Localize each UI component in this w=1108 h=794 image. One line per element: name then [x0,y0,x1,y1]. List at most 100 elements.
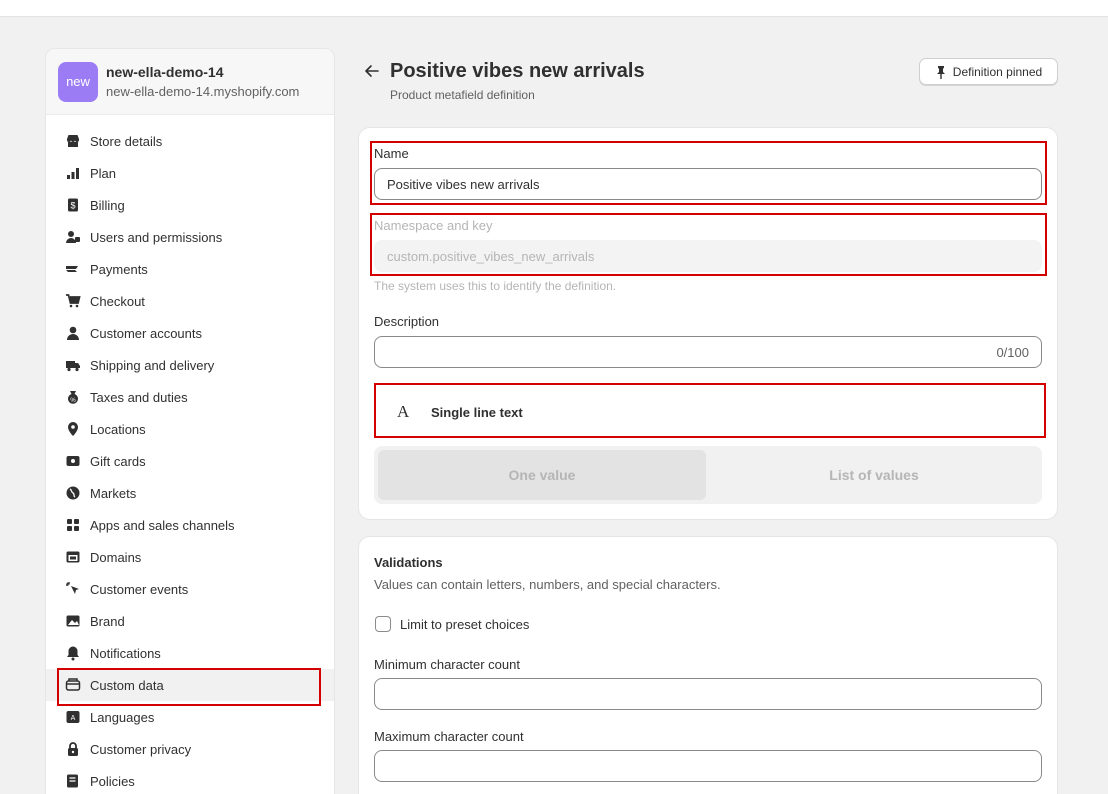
settings-nav: Store details Plan $ Billing Users and permi… [46,115,334,794]
name-label: Name [374,146,409,161]
description-label: Description [374,314,440,329]
preset-choices-label: Limit to preset choices [400,617,530,632]
sidebar-item-label: Apps and sales channels [90,517,235,533]
sidebar-item-plan[interactable]: Plan [46,157,334,189]
description-input[interactable]: 0/100 [374,336,1042,368]
globe-icon [64,484,82,502]
sidebar-item-customer-privacy[interactable]: Customer privacy [46,733,334,765]
users-icon [64,228,82,246]
list-of-values-option[interactable]: List of values [710,450,1038,500]
sidebar-item-label: Locations [90,421,146,437]
billing-icon: $ [64,196,82,214]
sidebar-item-label: Taxes and duties [90,389,188,405]
sidebar-item-customer-events[interactable]: Customer events [46,573,334,605]
languages-icon: A [64,708,82,726]
namespace-label: Namespace and key [374,218,493,233]
sidebar-item-markets[interactable]: Markets [46,477,334,509]
taxes-icon: % [64,388,82,406]
sidebar-item-label: Store details [90,133,163,149]
sidebar-item-billing[interactable]: $ Billing [46,189,334,221]
sidebar-item-domains[interactable]: Domains [46,541,334,573]
sidebar-item-locations[interactable]: Locations [46,413,334,445]
brand-icon [64,612,82,630]
sidebar-item-label: Policies [90,773,135,789]
sidebar-item-label: Plan [90,165,117,181]
svg-text:$: $ [70,201,75,211]
sidebar-item-shipping-and-delivery[interactable]: Shipping and delivery [46,349,334,381]
max-count-label: Maximum character count [374,729,524,744]
sidebar-item-label: Payments [90,261,148,277]
sidebar-item-taxes-and-duties[interactable]: % Taxes and duties [46,381,334,413]
name-input[interactable]: Positive vibes new arrivals [374,168,1042,200]
type-selector[interactable]: A Single line text [397,402,523,422]
min-count-input[interactable] [374,678,1042,710]
settings-sidebar: new new-ella-demo-14 new-ella-demo-14.my… [45,48,335,794]
sidebar-item-label: Domains [90,549,142,565]
cursor-icon [64,580,82,598]
sidebar-item-label: Gift cards [90,453,146,469]
pin-button-label: Definition pinned [952,64,1043,79]
sidebar-item-users-and-permissions[interactable]: Users and permissions [46,221,334,253]
gift-card-icon [64,452,82,470]
sidebar-item-label: Customer events [90,581,189,597]
store-icon [64,132,82,150]
page-title: Positive vibes new arrivals [390,60,645,82]
sidebar-item-label: Shipping and delivery [90,357,215,373]
validations-description: Values can contain letters, numbers, and… [374,577,721,592]
sidebar-item-label: Users and permissions [90,229,223,245]
max-count-input[interactable] [374,750,1042,782]
namespace-help-text: The system uses this to identify the def… [374,279,617,293]
location-icon [64,420,82,438]
sidebar-item-customer-accounts[interactable]: Customer accounts [46,317,334,349]
truck-icon [64,356,82,374]
pin-icon [935,65,947,79]
sidebar-item-apps-and-sales-channels[interactable]: Apps and sales channels [46,509,334,541]
store-header[interactable]: new new-ella-demo-14 new-ella-demo-14.my… [46,49,334,115]
sidebar-item-label: Custom data [90,677,164,693]
top-bar [0,0,1108,17]
svg-text:%: % [70,398,76,404]
payments-icon [64,260,82,278]
sidebar-item-payments[interactable]: Payments [46,253,334,285]
sidebar-item-policies[interactable]: Policies [46,765,334,794]
validations-title: Validations [374,555,443,570]
store-url: new-ella-demo-14.myshopify.com [106,83,300,99]
value-count-toggle: One value List of values [374,446,1042,504]
apps-icon [64,516,82,534]
preset-choices-checkbox[interactable] [375,616,391,632]
namespace-key-input[interactable]: custom.positive_vibes_new_arrivals [374,240,1042,272]
sidebar-item-label: Billing [90,197,125,213]
min-count-label: Minimum character count [374,657,520,672]
sidebar-item-label: Brand [90,613,125,629]
sidebar-item-brand[interactable]: Brand [46,605,334,637]
sidebar-item-custom-data[interactable]: Custom data [46,668,334,706]
sidebar-item-store-details[interactable]: Store details [46,125,334,157]
sidebar-item-gift-cards[interactable]: Gift cards [46,445,334,477]
sidebar-item-label: Customer privacy [90,741,192,757]
person-icon [64,324,82,342]
plan-icon [64,164,82,182]
sidebar-item-checkout[interactable]: Checkout [46,285,334,317]
definition-pinned-button[interactable]: Definition pinned [919,58,1058,85]
sidebar-item-label: Markets [90,485,137,501]
type-label: Single line text [431,404,523,420]
sidebar-item-label: Customer accounts [90,325,202,341]
policies-icon [64,772,82,790]
description-counter: 0/100 [996,344,1029,360]
bell-icon [64,644,82,662]
svg-text:A: A [71,715,76,722]
store-avatar: new [58,61,98,102]
one-value-option[interactable]: One value [378,450,706,500]
sidebar-item-label: Notifications [90,645,161,661]
sidebar-item-languages[interactable]: A Languages [46,701,334,733]
domains-icon [64,548,82,566]
back-arrow-icon[interactable] [362,61,382,81]
cart-icon [64,292,82,310]
text-type-icon: A [397,402,410,421]
page-subtitle: Product metafield definition [390,88,535,102]
sidebar-item-label: Languages [90,709,155,725]
sidebar-item-notifications[interactable]: Notifications [46,637,334,669]
custom-data-icon [64,676,82,694]
sidebar-item-label: Checkout [90,293,145,309]
lock-icon [64,740,82,758]
